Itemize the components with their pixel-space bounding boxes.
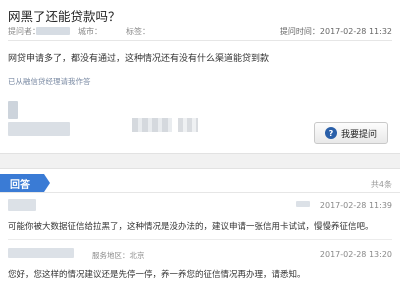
tags-label: 标签： — [126, 27, 150, 36]
asker-avatar-redacted — [8, 101, 18, 119]
answerer-badge-redacted — [296, 201, 310, 207]
answer-item: 服务地区：北京 2017-02-28 13:20 您好，您这样的情况建议还是先停… — [0, 241, 400, 289]
answer-item: 2017-02-28 11:39 可能你被大数据征信给拉黑了，这种情况是没办法的… — [0, 193, 400, 237]
answer-time: 2017-02-28 13:20 — [319, 250, 392, 259]
share-icons-redacted — [132, 118, 172, 132]
question-time-label: 提问时间： — [279, 27, 320, 36]
answerer-avatar-redacted — [8, 199, 36, 211]
answer-count: 共4条 — [370, 180, 392, 189]
question-card: 网黑了还能贷款吗？ 提问者： 城市： 标签： 提问时间：2017-02-28 1… — [0, 0, 400, 154]
share-icons-redacted-2 — [178, 118, 198, 132]
asker-name-redacted — [36, 27, 70, 35]
ask-question-button[interactable]: ? 我要提问 — [314, 122, 388, 144]
question-body: 网贷申请多了，都没有通过，这种情况还有没有什么渠道能贷到款 — [8, 54, 270, 64]
answer-text: 可能你被大数据征信给拉黑了，这种情况是没办法的，建议申请一张信用卡试试，慢慢养征… — [8, 222, 374, 232]
question-title: 网黑了还能贷款吗？ — [8, 9, 121, 24]
answer-time: 2017-02-28 11:39 — [319, 201, 392, 210]
invited-expert-note: 已从融信贷经理请我作答 — [8, 77, 91, 86]
answerer-name-redacted — [8, 122, 70, 136]
answers-card: 回答 共4条 2017-02-28 11:39 可能你被大数据征信给拉黑了，这种… — [0, 168, 400, 289]
question-mark-icon: ? — [324, 127, 337, 139]
divider — [8, 239, 392, 240]
question-time: 提问时间：2017-02-28 11:32 — [280, 26, 392, 37]
answerer-name-redacted — [8, 248, 74, 258]
answers-tab-label: 回答 — [10, 179, 30, 191]
divider — [8, 40, 392, 41]
question-meta: 提问者： 城市： 标签： 提问时间：2017-02-28 11:32 — [8, 25, 392, 39]
question-time-value: 2017-02-28 11:32 — [319, 27, 392, 36]
answers-tab[interactable]: 回答 — [0, 174, 50, 192]
city-label: 城市： — [78, 27, 102, 36]
answer-text: 您好，您这样的情况建议还是先停一停，养一养您的征信情况再办理，请悉知。 — [8, 270, 306, 280]
ask-question-label: 我要提问 — [340, 129, 377, 140]
service-area: 服务地区：北京 — [92, 251, 145, 260]
